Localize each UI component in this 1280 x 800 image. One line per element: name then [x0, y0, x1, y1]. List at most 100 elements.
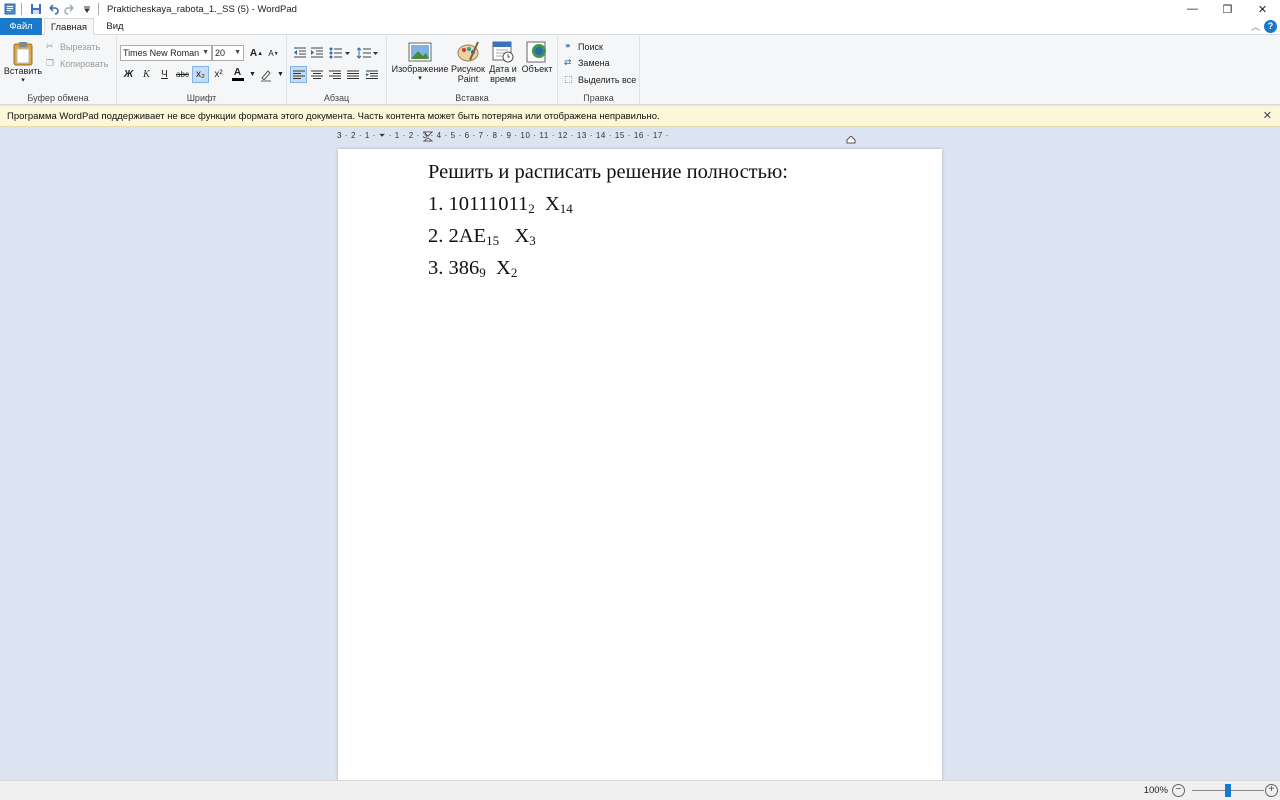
- align-center-icon: [310, 70, 323, 79]
- highlighter-icon: [260, 69, 271, 82]
- collapse-ribbon-icon[interactable]: ︿: [1251, 20, 1260, 33]
- paint-label-1: Рисунок: [451, 64, 485, 74]
- close-button[interactable]: ✕: [1245, 0, 1280, 18]
- zoom-out-button[interactable]: −: [1172, 784, 1185, 797]
- italic-button[interactable]: К: [138, 66, 155, 83]
- font-family-value: Times New Roman: [123, 48, 200, 58]
- tab-view[interactable]: Вид: [98, 18, 132, 35]
- bullets-button[interactable]: [328, 44, 352, 61]
- tab-home[interactable]: Главная: [44, 18, 94, 36]
- customize-toolbar-icon[interactable]: [80, 2, 94, 16]
- decrease-indent-button[interactable]: [291, 44, 308, 61]
- replace-label: Замена: [578, 57, 610, 68]
- zoom-in-button[interactable]: +: [1265, 784, 1278, 797]
- increase-indent-button[interactable]: [308, 44, 325, 61]
- cut-button[interactable]: ✂ Вырезать: [46, 41, 100, 52]
- find-button[interactable]: ⚭ Поиск: [564, 41, 603, 52]
- replace-button[interactable]: ⇄ Замена: [564, 57, 610, 68]
- copy-button[interactable]: ❐ Копировать: [46, 58, 108, 69]
- cut-label: Вырезать: [60, 41, 101, 52]
- bullet-list-icon: [329, 47, 350, 58]
- restore-button[interactable]: ❐: [1210, 0, 1245, 18]
- separator: [98, 3, 99, 15]
- select-all-icon: ⬚: [564, 74, 573, 84]
- save-icon[interactable]: [29, 2, 43, 16]
- compatibility-infobar: Программа WordPad поддерживает не все фу…: [0, 106, 1280, 127]
- chevron-down-icon: ▼: [234, 49, 241, 56]
- indent-marker-icon[interactable]: [423, 131, 433, 144]
- align-right-button[interactable]: [326, 66, 343, 83]
- document-heading: Решить и расписать решение полностью:: [428, 161, 788, 183]
- select-all-button[interactable]: ⬚ Выделить все: [564, 74, 636, 85]
- line-spacing-button[interactable]: [356, 44, 380, 61]
- object-label: Объект: [521, 64, 553, 74]
- paste-button[interactable]: Вставить ▾: [4, 40, 42, 86]
- infobar-message: Программа WordPad поддерживает не все фу…: [7, 111, 660, 122]
- select-all-label: Выделить все: [578, 74, 637, 85]
- superscript-button[interactable]: x²: [210, 66, 227, 83]
- paint-label-2: Paint: [457, 74, 479, 84]
- font-group: Times New Roman ▼ 20 ▼ A ▲ A ▼ Ж К Ч abc x…: [117, 35, 287, 105]
- document-item-3: 3. 3869 X2: [428, 257, 518, 280]
- document-body[interactable]: Решить и расписать решение полностью: 1.…: [428, 157, 788, 285]
- redo-icon[interactable]: [63, 2, 77, 16]
- app-icon[interactable]: [3, 2, 17, 16]
- replace-icon: ⇄: [564, 57, 572, 67]
- strikethrough-button[interactable]: abc: [174, 66, 191, 83]
- align-left-button[interactable]: [290, 66, 307, 83]
- shrink-font-button[interactable]: A ▼: [265, 45, 282, 62]
- help-icon[interactable]: ?: [1264, 20, 1277, 33]
- image-label: Изображение: [391, 64, 449, 74]
- zoom-slider-thumb[interactable]: [1225, 784, 1231, 797]
- paragraph-group: Абзац: [287, 35, 387, 105]
- font-color-swatch: [231, 78, 244, 81]
- paint-palette-icon: [457, 41, 479, 62]
- insert-object-button[interactable]: Объект: [520, 40, 554, 74]
- editing-group: ⚭ Поиск ⇄ Замена ⬚ Выделить все Правка: [558, 35, 640, 105]
- undo-icon[interactable]: [46, 2, 60, 16]
- ribbon: Вставить ▾ ✂ Вырезать ❐ Копировать Буфер…: [0, 35, 1280, 105]
- image-icon: [408, 42, 432, 62]
- grow-font-icon: A: [249, 48, 258, 59]
- binoculars-icon: ⚭: [564, 41, 572, 51]
- paste-label: Вставить: [3, 66, 43, 76]
- ribbon-tabs: Файл Главная Вид ︿ ?: [0, 18, 1280, 36]
- font-size-select[interactable]: 20 ▼: [212, 45, 244, 61]
- insert-image-button[interactable]: Изображение ▾: [390, 40, 450, 84]
- decrease-indent-icon: [293, 47, 306, 57]
- font-size-value: 20: [215, 48, 226, 58]
- justify-icon: [346, 70, 359, 79]
- ruler[interactable]: 3 · 2 · 1 · ⏷ · 1 · 2 · 3 · 4 · 5 · 6 · …: [337, 131, 943, 144]
- datetime-label-1: Дата и: [489, 64, 517, 74]
- close-icon[interactable]: ✕: [1263, 106, 1272, 127]
- insert-group-label: Вставка: [455, 93, 489, 103]
- document-item-2: 2. 2AE15 X3: [428, 225, 536, 248]
- scissors-icon: ✂: [46, 41, 54, 51]
- align-left-icon: [292, 70, 305, 79]
- insert-datetime-button[interactable]: Дата и время: [486, 40, 520, 84]
- align-center-button[interactable]: [308, 66, 325, 83]
- object-icon: [526, 41, 546, 63]
- chevron-down-icon: ▼: [202, 49, 209, 56]
- right-indent-marker-icon[interactable]: [846, 136, 856, 144]
- paragraph-icon: [365, 70, 378, 79]
- minimize-button[interactable]: —: [1175, 0, 1210, 18]
- clipboard-group-label: Буфер обмена: [27, 93, 89, 103]
- insert-paint-button[interactable]: Рисунок Paint: [451, 40, 485, 84]
- font-family-select[interactable]: Times New Roman ▼: [120, 45, 212, 61]
- quick-access-toolbar: [0, 0, 103, 18]
- justify-button[interactable]: [344, 66, 361, 83]
- increase-indent-icon: [310, 47, 323, 57]
- bold-button[interactable]: Ж: [120, 66, 137, 83]
- paragraph-settings-button[interactable]: [363, 66, 380, 83]
- window-title: Prakticheskaya_rabota_1._SS (5) - WordPa…: [107, 3, 297, 15]
- grow-font-button[interactable]: A ▲: [248, 45, 265, 62]
- document-page[interactable]: Решить и расписать решение полностью: 1.…: [338, 149, 942, 780]
- tab-file[interactable]: Файл: [0, 18, 42, 35]
- paragraph-group-label: Абзац: [323, 93, 350, 103]
- window-controls: — ❐ ✕: [1175, 0, 1280, 18]
- copy-icon: ❐: [46, 58, 55, 68]
- underline-button[interactable]: Ч: [156, 66, 173, 83]
- subscript-button[interactable]: x₂: [192, 66, 209, 83]
- line-spacing-icon: [357, 46, 378, 59]
